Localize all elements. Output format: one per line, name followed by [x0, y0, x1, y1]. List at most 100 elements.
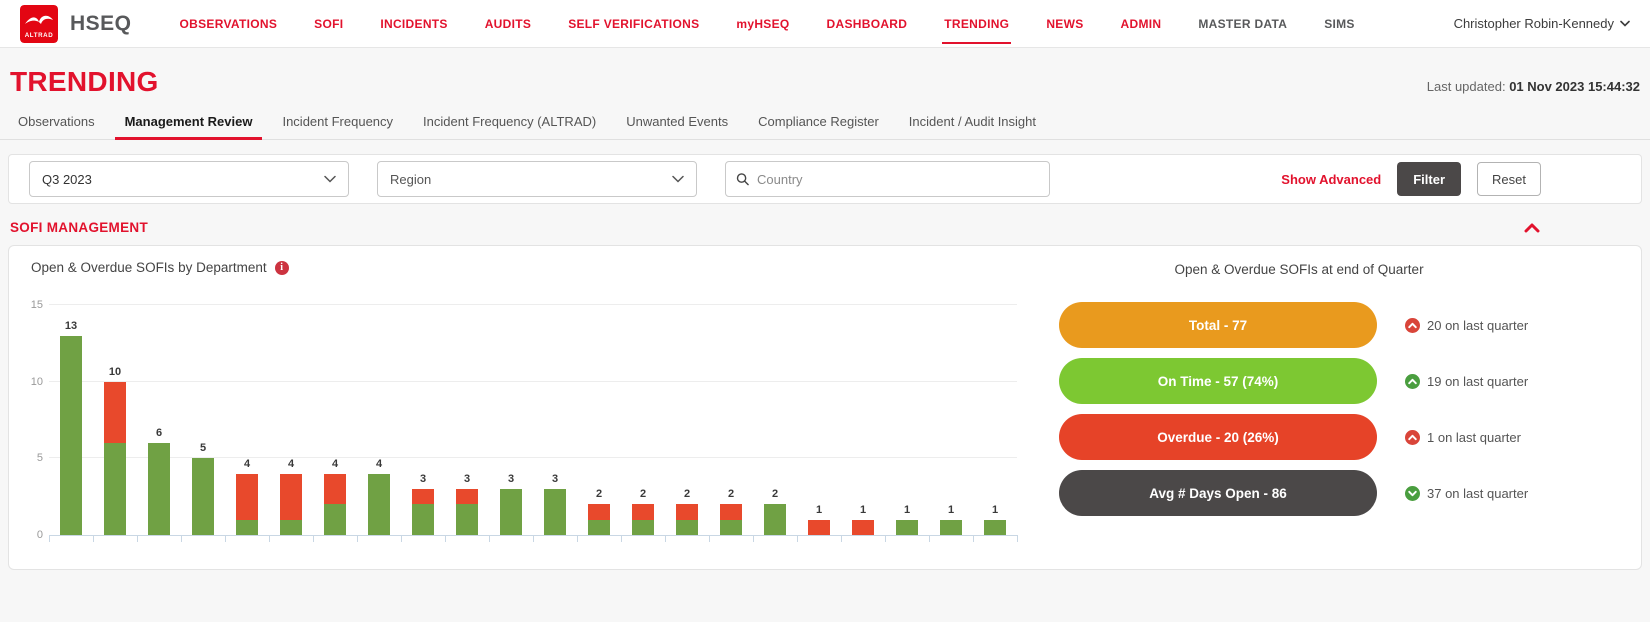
- stacked-bar: [324, 473, 346, 535]
- nav-item-master-data[interactable]: MASTER DATA: [1198, 0, 1287, 47]
- x-tick: [929, 535, 930, 542]
- chart-bars: 13 10 6 5 4 4 4 4 3 3 3 3 2 2 2 2 2 1 1 1 1 1: [49, 306, 1017, 535]
- tab-unwanted-events[interactable]: Unwanted Events: [616, 104, 738, 139]
- altrad-logo-icon[interactable]: ALTRAD: [20, 4, 58, 43]
- kpi-pill-avg-days-open-86: Avg # Days Open - 86: [1059, 470, 1377, 516]
- filter-button[interactable]: Filter: [1397, 162, 1462, 196]
- nav-item-news[interactable]: NEWS: [1046, 0, 1083, 47]
- bar-value-label: 1: [991, 503, 999, 516]
- x-tick: [885, 535, 886, 542]
- ontime-segment: [896, 519, 918, 535]
- region-select-placeholder: Region: [390, 171, 432, 187]
- country-search[interactable]: [725, 161, 1050, 197]
- chevron-down-icon: [324, 175, 336, 183]
- stacked-bar: [632, 504, 654, 535]
- quarter-select[interactable]: Q3 2023: [29, 161, 349, 197]
- ontime-segment: [148, 443, 170, 535]
- bar-value-label: 13: [64, 319, 78, 332]
- chevron-down-icon: [672, 175, 684, 183]
- kpi-pill-total-77: Total - 77: [1059, 302, 1377, 348]
- info-icon[interactable]: i: [274, 260, 289, 275]
- nav-item-trending[interactable]: TRENDING: [942, 0, 1012, 47]
- kpi-delta-text: 20 on last quarter: [1427, 317, 1529, 333]
- stacked-bar: [148, 443, 170, 535]
- x-tick: [665, 535, 666, 542]
- ontime-segment: [940, 519, 962, 535]
- kpi-delta-text: 19 on last quarter: [1427, 373, 1529, 389]
- x-tick: [577, 535, 578, 542]
- bar-value-label: 2: [683, 488, 691, 501]
- ontime-segment: [984, 519, 1006, 535]
- x-tick: [973, 535, 974, 542]
- reset-button[interactable]: Reset: [1477, 162, 1541, 196]
- bar-value-label: 4: [243, 457, 251, 470]
- stacked-bar: [412, 489, 434, 535]
- nav-item-observations[interactable]: OBSERVATIONS: [180, 0, 278, 47]
- bar-value-label: 3: [463, 473, 471, 486]
- nav-item-sims[interactable]: SIMS: [1324, 0, 1355, 47]
- ontime-segment: [324, 504, 346, 535]
- country-search-input[interactable]: [757, 171, 1039, 187]
- ontime-segment: [368, 473, 390, 535]
- x-tick: [533, 535, 534, 542]
- kpi-delta-text: 37 on last quarter: [1427, 485, 1529, 501]
- bar-value-label: 3: [419, 473, 427, 486]
- bar-value-label: 1: [859, 503, 867, 516]
- ontime-segment: [676, 519, 698, 535]
- delta-up-icon: [1405, 429, 1420, 445]
- nav-item-admin[interactable]: ADMIN: [1121, 0, 1162, 47]
- sofi-management-section-header[interactable]: SOFI MANAGEMENT: [0, 204, 1650, 245]
- bar-group: 2: [621, 488, 665, 535]
- nav-item-incidents[interactable]: INCIDENTS: [380, 0, 447, 47]
- tab-observations[interactable]: Observations: [8, 104, 105, 139]
- chevron-down-icon: [1620, 20, 1630, 27]
- x-tick: [709, 535, 710, 542]
- tab-management-review[interactable]: Management Review: [114, 104, 263, 140]
- tab-incident-frequency[interactable]: Incident Frequency: [272, 104, 403, 139]
- stacked-bar: [764, 504, 786, 535]
- bar-value-label: 5: [199, 442, 207, 455]
- bar-value-label: 1: [815, 503, 823, 516]
- overdue-segment: [236, 473, 258, 520]
- chart-title: Open & Overdue SOFIs by Department i: [31, 260, 289, 275]
- page-header: TRENDING Last updated: 01 Nov 2023 15:44…: [0, 48, 1650, 104]
- page-title: TRENDING: [10, 66, 159, 97]
- bar-group: 1: [973, 504, 1017, 535]
- nav-item-self-verifications[interactable]: SELF VERIFICATIONS: [568, 0, 699, 47]
- bar-value-label: 2: [771, 488, 779, 501]
- ontime-segment: [60, 335, 82, 535]
- tab-incident-audit-insight[interactable]: Incident / Audit Insight: [899, 104, 1046, 139]
- x-tick: [445, 535, 446, 542]
- bar-group: 1: [797, 504, 841, 535]
- stacked-bar: [544, 489, 566, 535]
- overdue-segment: [676, 504, 698, 520]
- kpi-delta-text: 1 on last quarter: [1427, 429, 1521, 445]
- bar-group: 4: [269, 458, 313, 535]
- show-advanced-link[interactable]: Show Advanced: [1281, 172, 1381, 187]
- tab-incident-frequency-altrad[interactable]: Incident Frequency (ALTRAD): [413, 104, 606, 139]
- collapse-section-button[interactable]: [1524, 223, 1540, 233]
- bar-group: 6: [137, 427, 181, 535]
- nav-item-myhseq[interactable]: myHSEQ: [736, 0, 789, 47]
- nav-item-audits[interactable]: AUDITS: [485, 0, 531, 47]
- ontime-segment: [764, 504, 786, 535]
- kpi-pill-on-time-57-74: On Time - 57 (74%): [1059, 358, 1377, 404]
- y-axis: 0 5 10 15: [23, 299, 43, 541]
- tab-compliance-register[interactable]: Compliance Register: [748, 104, 889, 139]
- bar-value-label: 4: [375, 457, 383, 470]
- y-tick-label: 10: [30, 375, 43, 388]
- x-tick: [753, 535, 754, 542]
- user-menu[interactable]: Christopher Robin-Kennedy: [1454, 16, 1630, 31]
- kpi-pill-overdue-20-26: Overdue - 20 (26%): [1059, 414, 1377, 460]
- delta-up-icon: [1405, 373, 1420, 389]
- overdue-segment: [852, 519, 874, 535]
- nav-item-sofi[interactable]: SOFI: [314, 0, 343, 47]
- bar-group: 1: [885, 504, 929, 535]
- nav-item-dashboard[interactable]: DASHBOARD: [827, 0, 908, 47]
- overdue-segment: [456, 489, 478, 505]
- region-select[interactable]: Region: [377, 161, 697, 197]
- ontime-segment: [544, 489, 566, 535]
- x-tick: [93, 535, 94, 542]
- stacked-bar: [192, 458, 214, 535]
- bar-group: 4: [313, 458, 357, 535]
